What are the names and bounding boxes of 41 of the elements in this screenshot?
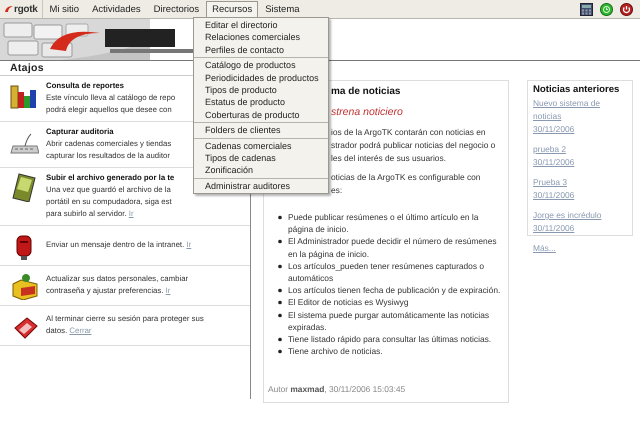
- feature-item: El sistema puede purgar automáticamente las noticias expiradas.: [288, 308, 490, 334]
- article-title: ma de noticias: [331, 85, 400, 98]
- app-logo[interactable]: rgotk: [14, 4, 38, 14]
- article-text: ios de la ArgoTK contarán con noticias en: [331, 126, 486, 139]
- menu-item[interactable]: Sistema: [259, 0, 306, 18]
- sidebar-title: Noticias anteriores: [533, 83, 620, 96]
- menu-option[interactable]: Periodicidades de productos: [194, 72, 328, 84]
- menu-option[interactable]: Catálogo de productos: [194, 59, 328, 72]
- article-text: les del interés de sus usuarios.: [331, 152, 446, 165]
- swoosh-icon: [4, 4, 14, 14]
- section-title: Atajos: [9, 61, 44, 75]
- feature-item: Tiene archivo de noticias.: [288, 345, 383, 358]
- menu-item[interactable]: Actividades: [86, 0, 147, 18]
- menu-option[interactable]: Relaciones comerciales: [194, 31, 328, 44]
- feature-item: Puede publicar resúmenes o el último artículo en la página de inicio.: [288, 211, 480, 236]
- menu-option[interactable]: Estatus de producto: [194, 96, 328, 109]
- clock-icon[interactable]: [600, 2, 613, 16]
- article-text: strador podrá publicar noticias del negocio o: [331, 139, 496, 152]
- calculator-icon[interactable]: [580, 2, 593, 16]
- menu-option[interactable]: Zonificación: [194, 164, 328, 177]
- menu-item[interactable]: Directorios: [148, 0, 206, 18]
- feature-item: Los artículos tienen fecha de publicación y de expiración.: [288, 284, 500, 296]
- menu-option[interactable]: Folders de clientes: [194, 124, 328, 137]
- menu-option[interactable]: Editar el directorio: [194, 19, 328, 32]
- menu-item[interactable]: Mi sitio: [44, 0, 86, 18]
- menu-option[interactable]: Administrar auditores: [194, 180, 328, 192]
- feature-item: El Editor de noticias es Wysiwyg: [288, 296, 408, 309]
- menu-option[interactable]: Perfiles de contacto: [194, 44, 328, 56]
- feature-item: Los artículos_pueden tener resúmenes capturados o automáticos: [288, 260, 486, 284]
- feature-item: El Administrador puede decidir el número de resúmenes en la página de inicio.: [288, 235, 498, 260]
- article-footer: Autor maxmad, 30/11/2006 15:03:45: [268, 383, 406, 396]
- menu-option[interactable]: Tipos de producto: [194, 84, 328, 96]
- menu-option[interactable]: Tipos de cadenas: [194, 152, 328, 164]
- article-text: oticias de la ArgoTK es configurable con: [331, 171, 480, 184]
- feature-item: Tiene listado rápido para consultar las últimas noticias.: [288, 333, 492, 346]
- menu-item[interactable]: Recursos: [206, 0, 258, 18]
- power-icon[interactable]: [620, 2, 633, 16]
- article-text: es:: [331, 184, 342, 197]
- article-subtitle: strena noticiero: [331, 106, 403, 119]
- menu-option[interactable]: Coberturas de producto: [194, 108, 328, 122]
- menu-option[interactable]: Cadenas comerciales: [194, 140, 328, 152]
